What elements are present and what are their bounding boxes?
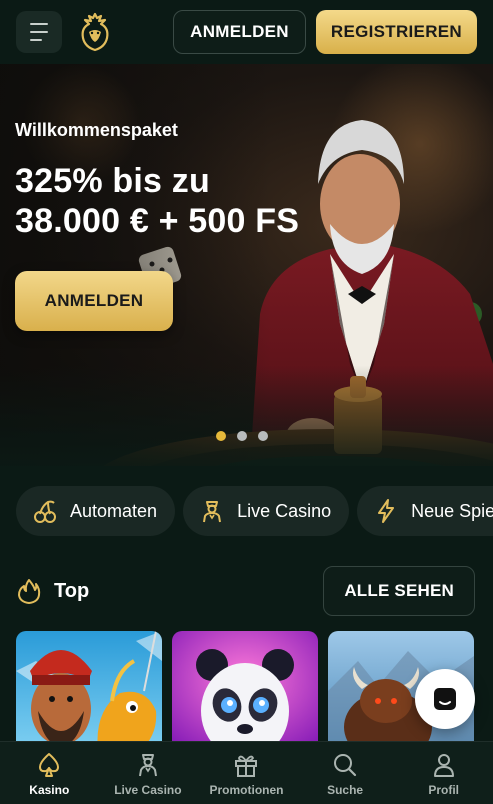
nav-label: Live Casino: [114, 783, 182, 797]
carousel-dots: [216, 431, 268, 441]
nav-item-live-casino[interactable]: Live Casino: [99, 742, 198, 804]
category-live-casino[interactable]: Live Casino: [183, 486, 350, 536]
nav-label: Suche: [327, 783, 364, 797]
fisherman-game-icon: [16, 631, 162, 751]
nav-item-promotionen[interactable]: Promotionen: [197, 742, 296, 804]
nav-label: Promotionen: [209, 783, 284, 797]
hero-kicker: Willkommenspaket: [15, 120, 178, 140]
app-root: ANMELDEN REGISTRIEREN Willkommenspaket 3…: [0, 0, 493, 804]
cherries-icon: [34, 500, 56, 523]
menu-icon-line: [30, 23, 48, 25]
menu-icon-line: [30, 31, 48, 33]
see-all-button[interactable]: ALLE SEHEN: [323, 566, 475, 616]
panda-game-icon: [172, 631, 318, 751]
menu-icon-line: [30, 39, 42, 41]
category-chips: Automaten Live Casino Neue Spiele: [16, 486, 493, 536]
hero-banner[interactable]: Willkommenspaket 325% bis zu 38.000 € + …: [0, 64, 493, 466]
flame-icon: [18, 579, 41, 604]
category-neue-spiele[interactable]: Neue Spiele: [357, 486, 493, 536]
login-button[interactable]: ANMELDEN: [173, 10, 306, 54]
user-icon: [433, 754, 454, 777]
category-label: Live Casino: [237, 500, 332, 521]
spade-icon: [39, 753, 60, 777]
hero-text-block: Willkommenspaket 325% bis zu 38.000 € + …: [15, 120, 299, 241]
chat-icon: [434, 688, 456, 710]
menu-button[interactable]: [16, 11, 62, 53]
brand-logo[interactable]: [76, 11, 114, 53]
game-tile[interactable]: [172, 631, 318, 751]
search-icon: [334, 754, 357, 777]
category-automaten[interactable]: Automaten: [16, 486, 176, 536]
carousel-dot[interactable]: [237, 431, 247, 441]
nav-item-suche[interactable]: Suche: [296, 742, 395, 804]
lightning-icon: [378, 499, 395, 523]
bottom-navigation: Kasino Live Casino Promotionen Suche Pro…: [0, 741, 493, 804]
dealer-icon: [203, 501, 222, 523]
category-label: Automaten: [70, 500, 158, 521]
dealer-icon: [138, 754, 157, 777]
chat-support-button[interactable]: [415, 669, 475, 729]
gift-icon: [235, 755, 258, 777]
carousel-dot[interactable]: [216, 431, 226, 441]
game-tile[interactable]: [16, 631, 162, 751]
top-header: ANMELDEN REGISTRIEREN: [0, 0, 493, 64]
category-label: Neue Spiele: [411, 500, 493, 521]
nav-label: Profil: [428, 783, 459, 797]
hero-title-line1: 325% bis zu: [15, 162, 210, 200]
lion-logo-icon: [81, 12, 109, 52]
top-section-header: Top ALLE SEHEN: [16, 566, 475, 616]
carousel-dot[interactable]: [258, 431, 268, 441]
hero-signup-button[interactable]: ANMELDEN: [15, 271, 173, 331]
nav-label: Kasino: [29, 783, 70, 797]
register-button[interactable]: REGISTRIEREN: [315, 10, 477, 54]
hero-title-line2: 38.000 € + 500 FS: [15, 202, 300, 240]
section-title: Top: [54, 579, 90, 602]
nav-item-kasino[interactable]: Kasino: [0, 742, 99, 804]
hero-title: 325% bis zu 38.000 € + 500 FS: [15, 161, 299, 241]
nav-item-profil[interactable]: Profil: [394, 742, 493, 804]
game-tiles: [16, 631, 474, 751]
